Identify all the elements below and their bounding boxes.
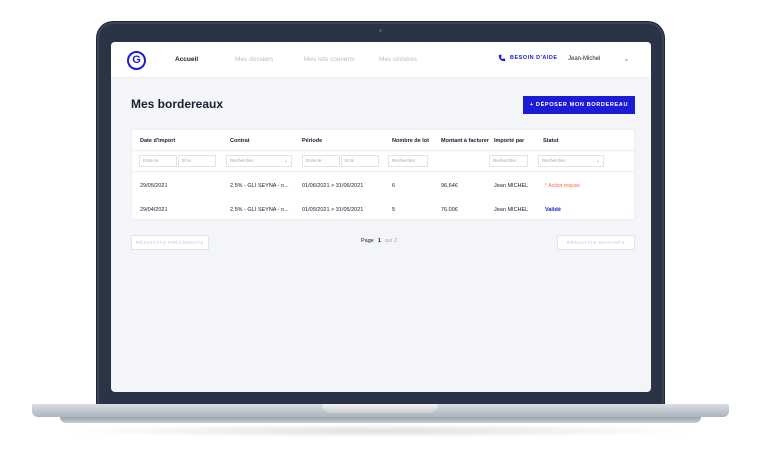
cell-amount: 76.00€ bbox=[441, 207, 458, 213]
cell-amount: 96,64€ bbox=[441, 183, 458, 189]
filter-imported-by-input[interactable]: Rechercher bbox=[489, 155, 528, 167]
cell-imported-by: Jean MICHEL bbox=[494, 183, 529, 189]
filter-lots-input[interactable]: Rechercher bbox=[388, 155, 428, 167]
top-navigation: G Accueil Mes dossiers Mes lots couverts… bbox=[111, 42, 651, 78]
table-row[interactable]: 29/04/2021 2,5% - GLI SEYNA - n... 01/05… bbox=[132, 197, 636, 221]
column-header-statut[interactable]: Statut bbox=[543, 138, 559, 144]
user-name[interactable]: Jean-Michel bbox=[568, 56, 600, 62]
column-header-periode[interactable]: Période bbox=[302, 138, 322, 144]
laptop-notch bbox=[322, 404, 438, 413]
cell-date: 29/05/2021 bbox=[140, 183, 168, 189]
filter-date-to-input[interactable]: Et le bbox=[178, 155, 216, 167]
laptop-shadow bbox=[60, 424, 700, 438]
cell-contract: 2,5% - GLI SEYNA - n... bbox=[230, 207, 289, 213]
chevron-down-icon[interactable]: ⌄ bbox=[623, 54, 630, 63]
current-page[interactable]: 1 bbox=[378, 238, 381, 244]
table-row[interactable]: 29/05/2021 2,5% - GLI SEYNA - n... 01/06… bbox=[132, 173, 636, 197]
pagination-indicator: Page 1 sur 2 bbox=[361, 238, 397, 244]
camera-dot bbox=[379, 29, 382, 32]
cell-imported-by: Jean MICHEL bbox=[494, 207, 529, 213]
deposit-bordereau-button[interactable]: + DÉPOSER MON BORDEREAU bbox=[523, 96, 635, 114]
cell-lots: 5 bbox=[392, 207, 396, 213]
total-pages: sur 2 bbox=[384, 238, 398, 244]
cell-period: 01/05/2021 > 31/05/2021 bbox=[302, 207, 364, 213]
phone-icon bbox=[498, 54, 506, 62]
nav-item-accueil[interactable]: Accueil bbox=[175, 56, 198, 63]
warning-icon: ! bbox=[545, 183, 547, 189]
column-header-montant[interactable]: Montant à facturer bbox=[441, 138, 489, 144]
bordereaux-table: Date d'import Contrat Période Nombre de … bbox=[131, 129, 636, 221]
previous-results-button[interactable]: RÉSULTATS PRÉCÉDENTS bbox=[131, 235, 209, 250]
status-label: Action requise bbox=[548, 183, 581, 189]
nav-item-mes-sinistres[interactable]: Mes sinistres bbox=[379, 56, 417, 63]
column-header-nombre-de-lot[interactable]: Nombre de lot bbox=[392, 138, 429, 144]
filter-period-from-input[interactable]: Entre le bbox=[302, 155, 340, 167]
nav-item-mes-dossiers[interactable]: Mes dossiers bbox=[235, 56, 273, 63]
cell-contract: 2,5% - GLI SEYNA - n... bbox=[230, 183, 289, 189]
app-screen: G Accueil Mes dossiers Mes lots couverts… bbox=[111, 42, 651, 392]
column-header-date-import[interactable]: Date d'import bbox=[140, 138, 175, 144]
cell-lots: 6 bbox=[392, 183, 396, 189]
nav-item-mes-lots-couverts[interactable]: Mes lots couverts bbox=[304, 56, 355, 63]
chevron-down-icon: ⌄ bbox=[283, 158, 288, 164]
page-label: Page bbox=[361, 238, 374, 244]
filter-contract-select[interactable]: Rechercher ⌄ bbox=[226, 155, 292, 167]
column-header-contrat[interactable]: Contrat bbox=[230, 138, 250, 144]
status-badge[interactable]: ! Action requise bbox=[545, 183, 580, 189]
filter-status-select[interactable]: Rechercher ⌄ bbox=[538, 155, 604, 167]
help-link[interactable]: BESOIN D'AIDE bbox=[498, 54, 558, 62]
filter-row: Entre le Et le Rechercher ⌄ Entre le Et … bbox=[132, 150, 636, 172]
cell-date: 29/04/2021 bbox=[140, 207, 168, 213]
next-results-button[interactable]: RÉSULTATS SUIVANTS bbox=[557, 235, 635, 250]
logo-icon[interactable]: G bbox=[127, 51, 146, 70]
help-label: BESOIN D'AIDE bbox=[510, 55, 558, 61]
laptop-base-foot bbox=[60, 417, 701, 423]
filter-date-from-input[interactable]: Entre le bbox=[139, 155, 177, 167]
filter-period-to-input[interactable]: Et le bbox=[341, 155, 379, 167]
chevron-down-icon: ⌄ bbox=[595, 158, 600, 164]
column-header-importe-par[interactable]: Importé par bbox=[494, 138, 524, 144]
filter-contract-placeholder: Rechercher bbox=[230, 158, 254, 163]
page-title: Mes bordereaux bbox=[131, 97, 224, 111]
filter-status-placeholder: Rechercher bbox=[542, 158, 566, 163]
cell-period: 01/06/2021 > 31/06/2021 bbox=[302, 183, 364, 189]
status-badge[interactable]: Validé bbox=[545, 207, 561, 213]
